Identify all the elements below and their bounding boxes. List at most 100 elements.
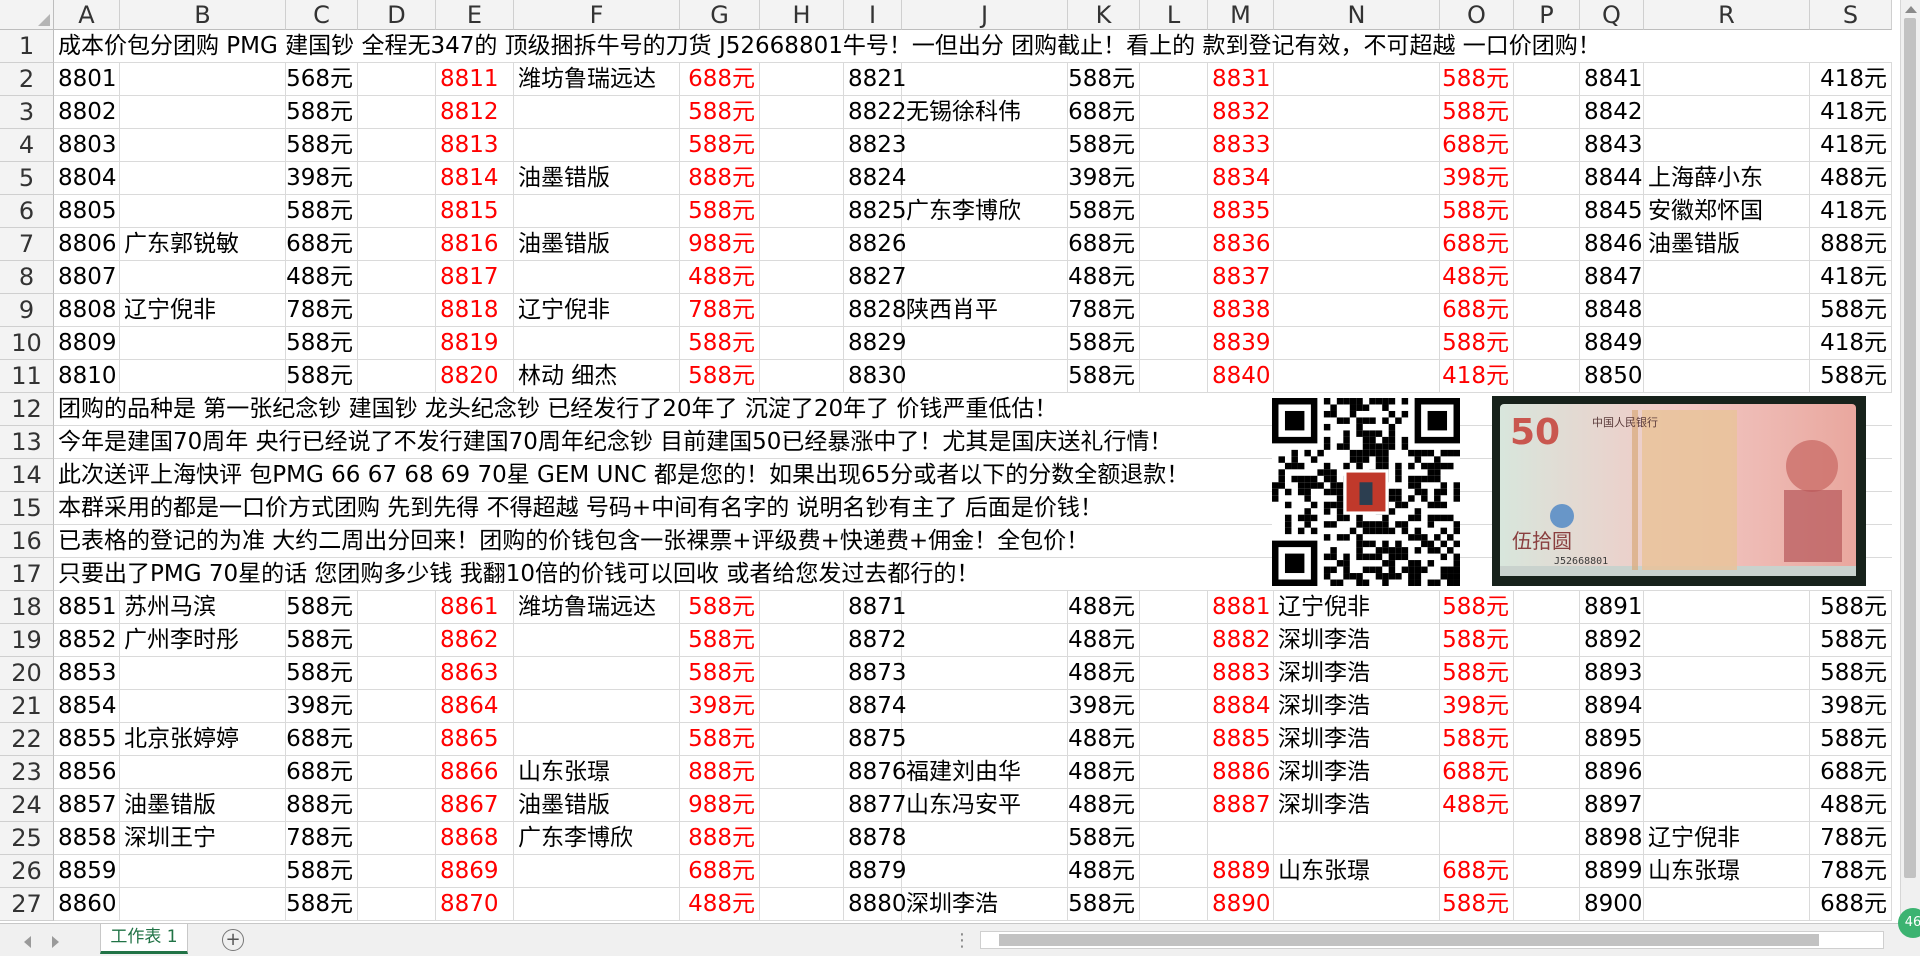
cell-k21[interactable]: 398元 <box>1068 690 1140 723</box>
cell-i27[interactable]: 8880 <box>844 888 907 921</box>
cell-j5[interactable] <box>902 162 1068 195</box>
cell-m2[interactable]: 8831 <box>1208 63 1274 96</box>
cell-d9[interactable] <box>358 294 436 327</box>
horizontal-scrollbar[interactable] <box>980 931 1884 949</box>
cell-m9[interactable]: 8838 <box>1208 294 1274 327</box>
cell-c20[interactable]: 588元 <box>286 657 358 690</box>
cell-c26[interactable]: 588元 <box>286 855 358 888</box>
cell-i5[interactable]: 8824 <box>844 162 907 195</box>
cell-h3[interactable] <box>760 96 844 129</box>
cell-b4[interactable] <box>120 129 286 162</box>
row-header[interactable]: 18 <box>0 591 54 624</box>
cell-i9[interactable]: 8828 <box>844 294 907 327</box>
cell-k3[interactable]: 688元 <box>1068 96 1140 129</box>
cell-k2[interactable]: 588元 <box>1068 63 1140 96</box>
cell-s10[interactable]: 418元 <box>1810 327 1892 360</box>
cell-q19[interactable]: 8892 <box>1580 624 1644 657</box>
cell-k26[interactable]: 488元 <box>1068 855 1140 888</box>
cell-o19[interactable]: 588元 <box>1440 624 1514 657</box>
cell-o2[interactable]: 588元 <box>1440 63 1514 96</box>
cell-h6[interactable] <box>760 195 844 228</box>
cell-n6[interactable] <box>1274 195 1440 228</box>
cell-e22[interactable]: 8865 <box>436 723 514 756</box>
cell-l20[interactable] <box>1140 657 1208 690</box>
cell-j27[interactable]: 深圳李浩 <box>902 888 1068 921</box>
cell-d6[interactable] <box>358 195 436 228</box>
cell-n7[interactable] <box>1274 228 1440 261</box>
row-header[interactable]: 23 <box>0 756 54 789</box>
cell-a25[interactable]: 8858 <box>54 822 120 855</box>
cell-b3[interactable] <box>120 96 286 129</box>
cell-e21[interactable]: 8864 <box>436 690 514 723</box>
cell-k19[interactable]: 488元 <box>1068 624 1140 657</box>
cell-n3[interactable] <box>1274 96 1440 129</box>
select-all-corner[interactable] <box>0 0 54 30</box>
cell-h2[interactable] <box>760 63 844 96</box>
cell-q25[interactable]: 8898 <box>1580 822 1644 855</box>
cell-d11[interactable] <box>358 360 436 393</box>
column-header-p[interactable]: P <box>1514 0 1580 30</box>
cell-q2[interactable]: 8841 <box>1580 63 1644 96</box>
cell-o24[interactable]: 488元 <box>1440 789 1514 822</box>
cell-c19[interactable]: 588元 <box>286 624 358 657</box>
next-sheet-arrow-icon[interactable] <box>52 936 59 948</box>
cell-o8[interactable]: 488元 <box>1440 261 1514 294</box>
cell-g19[interactable]: 588元 <box>680 624 760 657</box>
cell-k8[interactable]: 488元 <box>1068 261 1140 294</box>
cell-q4[interactable]: 8843 <box>1580 129 1644 162</box>
cell-k25[interactable]: 588元 <box>1068 822 1140 855</box>
cell-g20[interactable]: 588元 <box>680 657 760 690</box>
cell-g4[interactable]: 588元 <box>680 129 760 162</box>
cell-h5[interactable] <box>760 162 844 195</box>
column-header-l[interactable]: L <box>1140 0 1208 30</box>
cell-k24[interactable]: 488元 <box>1068 789 1140 822</box>
cell-s7[interactable]: 888元 <box>1810 228 1892 261</box>
cell-a19[interactable]: 8852 <box>54 624 120 657</box>
cell-f11[interactable]: 林动 细杰 <box>514 360 680 393</box>
cell-q22[interactable]: 8895 <box>1580 723 1644 756</box>
cell-m3[interactable]: 8832 <box>1208 96 1274 129</box>
cell-n5[interactable] <box>1274 162 1440 195</box>
cell-n20[interactable]: 深圳李浩 <box>1274 657 1440 690</box>
cell-h25[interactable] <box>760 822 844 855</box>
cell-e18[interactable]: 8861 <box>436 591 514 624</box>
cell-c2[interactable]: 568元 <box>286 63 358 96</box>
cell-i8[interactable]: 8827 <box>844 261 907 294</box>
cell-f2[interactable]: 潍坊鲁瑞远达 <box>514 63 680 96</box>
cell-l8[interactable] <box>1140 261 1208 294</box>
cell-p27[interactable] <box>1514 888 1580 921</box>
cell-j7[interactable] <box>902 228 1068 261</box>
cell-b10[interactable] <box>120 327 286 360</box>
cell-h7[interactable] <box>760 228 844 261</box>
cell-g25[interactable]: 888元 <box>680 822 760 855</box>
column-header-k[interactable]: K <box>1068 0 1140 30</box>
tab-sheet-1[interactable]: 工作表 1 <box>100 924 188 954</box>
cell-p21[interactable] <box>1514 690 1580 723</box>
cell-q6[interactable]: 8845 <box>1580 195 1644 228</box>
cell-h24[interactable] <box>760 789 844 822</box>
cell-h22[interactable] <box>760 723 844 756</box>
row-header[interactable]: 27 <box>0 888 54 921</box>
vertical-scroll-thumb[interactable] <box>1904 18 1916 878</box>
cell-q26[interactable]: 8899 <box>1580 855 1644 888</box>
row-header[interactable]: 21 <box>0 690 54 723</box>
column-header-f[interactable]: F <box>514 0 680 30</box>
cell-r18[interactable] <box>1644 591 1810 624</box>
cell-p9[interactable] <box>1514 294 1580 327</box>
cell-g7[interactable]: 988元 <box>680 228 760 261</box>
cell-d19[interactable] <box>358 624 436 657</box>
cell-k7[interactable]: 688元 <box>1068 228 1140 261</box>
cell-h19[interactable] <box>760 624 844 657</box>
cell-c23[interactable]: 688元 <box>286 756 358 789</box>
cell-a7[interactable]: 8806 <box>54 228 120 261</box>
cell-e24[interactable]: 8867 <box>436 789 514 822</box>
cell-c10[interactable]: 588元 <box>286 327 358 360</box>
cell-p5[interactable] <box>1514 162 1580 195</box>
row-header[interactable]: 10 <box>0 327 54 360</box>
cell-s3[interactable]: 418元 <box>1810 96 1892 129</box>
column-header-g[interactable]: G <box>680 0 760 30</box>
cell-e23[interactable]: 8866 <box>436 756 514 789</box>
cell-j19[interactable] <box>902 624 1068 657</box>
cell-f21[interactable] <box>514 690 680 723</box>
row-header[interactable]: 2 <box>0 63 54 96</box>
